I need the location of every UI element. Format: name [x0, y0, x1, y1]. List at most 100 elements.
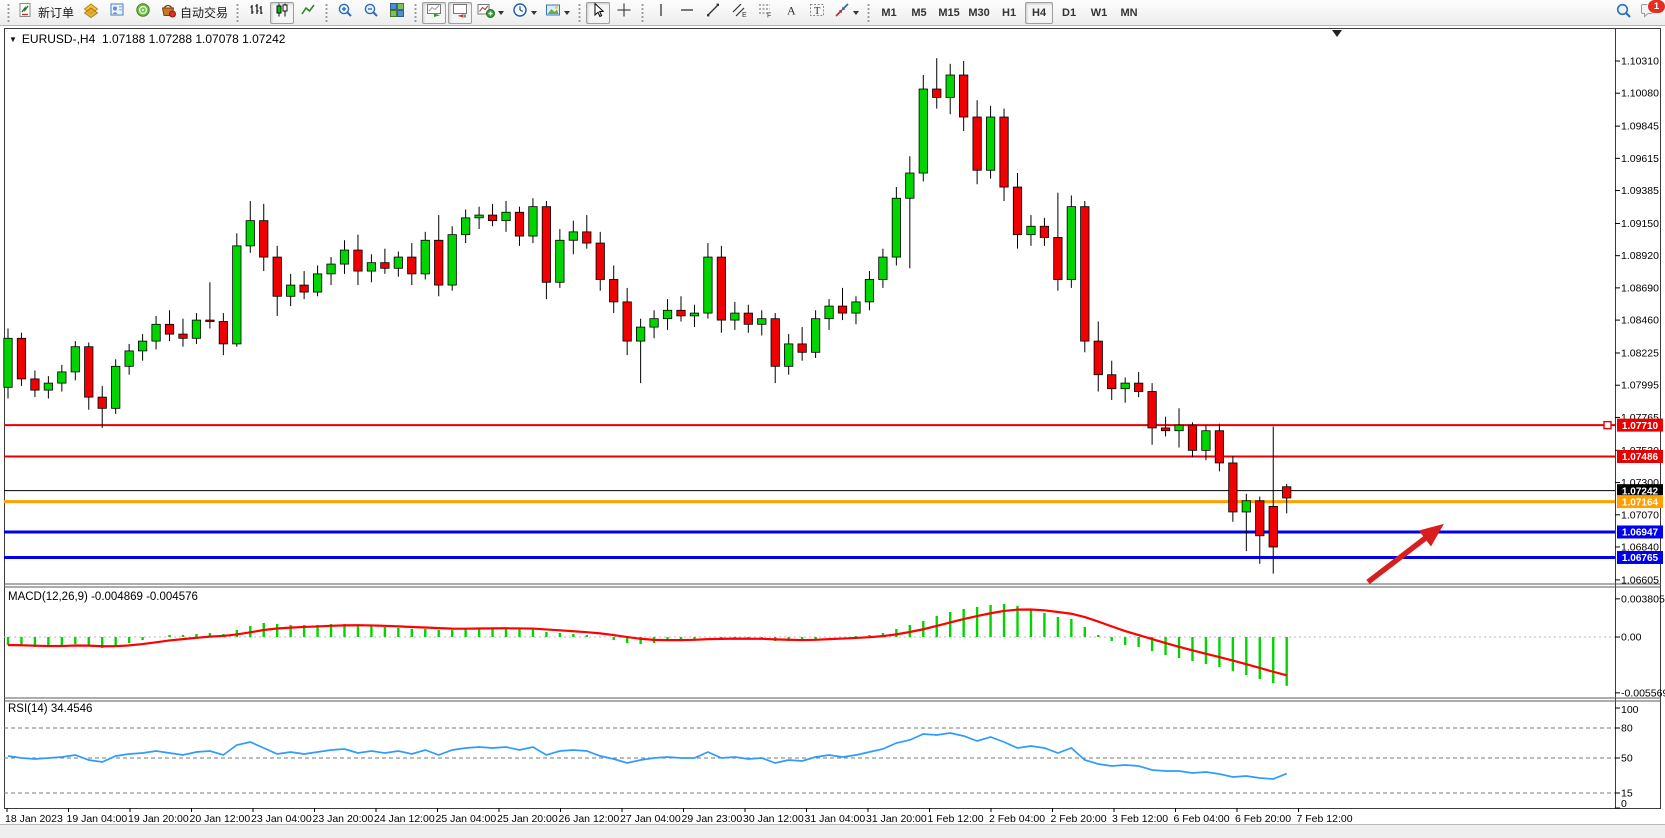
rsi-name: RSI(14) [8, 703, 48, 715]
vertical-line-icon [653, 2, 669, 23]
data-window-icon [109, 2, 125, 23]
main-toolbar: 新订单 自动交易 [0, 0, 1665, 26]
price-tick-label: 1.08460 [1621, 315, 1659, 327]
cursor-icon [590, 2, 606, 23]
timeframe-H4[interactable]: H4 [1025, 2, 1053, 24]
text-tool-button[interactable]: A [779, 2, 803, 24]
vertical-line-button[interactable] [649, 2, 673, 24]
toolbar-grip[interactable] [865, 4, 872, 22]
horizontal-line-icon [679, 2, 695, 23]
fibonacci-icon: F [757, 2, 773, 23]
notifications-button[interactable]: 1 [1637, 2, 1661, 24]
price-tag-label: 1.06765 [1622, 553, 1659, 564]
price-tick-label: 1.07995 [1621, 380, 1659, 392]
price-tick-label: 1.06605 [1621, 574, 1659, 586]
crosshair-icon [616, 2, 632, 23]
price-tag-label: 1.07486 [1622, 452, 1659, 463]
fibonacci-button[interactable]: F [753, 2, 777, 24]
svg-text:A: A [787, 4, 796, 18]
zoom-out-button[interactable] [359, 2, 383, 24]
price-tick-label: 1.07070 [1621, 509, 1659, 521]
timeframe-H1[interactable]: H1 [995, 2, 1023, 24]
macd-values: -0.004869 -0.004576 [91, 591, 198, 603]
macd-tick-label: -0.005569 [1621, 687, 1665, 699]
rsi-tick-label: 50 [1621, 753, 1633, 765]
equidistant-channel-icon: E [731, 2, 747, 23]
chart-shift-button[interactable] [448, 2, 472, 24]
svg-text:F: F [767, 13, 771, 19]
templates-button[interactable] [542, 2, 573, 24]
toolbar-grip[interactable] [5, 4, 12, 22]
timeframe-M15[interactable]: M15 [935, 2, 963, 24]
equidistant-channel-button[interactable]: E [727, 2, 751, 24]
svg-text:T: T [814, 6, 821, 17]
price-tag-label: 1.07710 [1622, 421, 1659, 432]
toolbar-grip[interactable] [323, 4, 330, 22]
toolbar-grip[interactable] [412, 4, 419, 22]
auto-trading-label: 自动交易 [180, 4, 228, 21]
timeframe-M1[interactable]: M1 [875, 2, 903, 24]
text-tool-icon: A [783, 2, 799, 23]
price-tick-label: 1.09385 [1621, 185, 1659, 197]
new-order-icon [18, 2, 34, 23]
candlestick-chart-icon [274, 2, 290, 23]
periods-button[interactable] [509, 2, 540, 24]
periods-caret-icon [531, 11, 537, 15]
timeframe-group: M1M5M15M30H1H4D1W1MN [874, 2, 1144, 24]
chart-ohlc-text: 1.07188 1.07288 1.07078 1.07242 [102, 32, 286, 46]
symbol-collapse-icon[interactable]: ▼ [9, 35, 17, 44]
price-tag-label: 1.07164 [1622, 497, 1659, 508]
periods-clock-icon [512, 2, 528, 23]
zoom-in-icon [337, 2, 353, 23]
notification-badge[interactable]: 1 [1647, 0, 1665, 14]
horizontal-line-button[interactable] [675, 2, 699, 24]
tile-windows-button[interactable] [385, 2, 409, 24]
trendline-button[interactable] [701, 2, 725, 24]
line-chart-icon [300, 2, 316, 23]
line-chart-button[interactable] [296, 2, 320, 24]
auto-scroll-icon [426, 2, 442, 23]
templates-icon [545, 2, 561, 23]
navigator-icon [135, 2, 151, 23]
rsi-tick-label: 100 [1621, 704, 1639, 716]
macd-tick-label: 0.00 [1621, 632, 1642, 644]
rsi-tick-label: 0 [1621, 798, 1627, 810]
toolbar-grip[interactable] [576, 4, 583, 22]
chart-canvas[interactable]: 1.103101.100801.098451.096151.093851.091… [0, 0, 1665, 837]
zoom-in-button[interactable] [333, 2, 357, 24]
rsi-value: 34.4546 [51, 703, 93, 715]
arrows-tool-button[interactable] [831, 2, 862, 24]
candlestick-chart-button[interactable] [270, 2, 294, 24]
price-tick-label: 1.09150 [1621, 218, 1659, 230]
text-label-button[interactable]: T [805, 2, 829, 24]
toolbar-grip[interactable] [234, 4, 241, 22]
auto-trading-button[interactable]: 自动交易 [157, 2, 231, 24]
timeframe-D1[interactable]: D1 [1055, 2, 1083, 24]
bar-chart-icon [248, 2, 264, 23]
search-button[interactable] [1611, 2, 1635, 24]
new-chart-button[interactable] [474, 2, 507, 24]
timeframe-M30[interactable]: M30 [965, 2, 993, 24]
timeframe-W1[interactable]: W1 [1085, 2, 1113, 24]
macd-tick-label: 0.003805 [1621, 593, 1665, 605]
chart-title: ▼EURUSD-,H4 1.07188 1.07288 1.07078 1.07… [9, 32, 285, 46]
toolbar-grip[interactable] [639, 4, 646, 22]
auto-scroll-button[interactable] [422, 2, 446, 24]
arrows-tool-icon [834, 2, 850, 23]
price-tick-label: 1.08225 [1621, 348, 1659, 360]
macd-name: MACD(12,26,9) [8, 591, 88, 603]
timeframe-M5[interactable]: M5 [905, 2, 933, 24]
new-order-button[interactable]: 新订单 [15, 2, 77, 24]
price-tick-label: 1.09845 [1621, 121, 1659, 133]
crosshair-button[interactable] [612, 2, 636, 24]
templates-caret-icon [564, 11, 570, 15]
tile-windows-icon [389, 2, 405, 23]
market-watch-button[interactable] [79, 2, 103, 24]
timeframe-MN[interactable]: MN [1115, 2, 1143, 24]
data-window-button[interactable] [105, 2, 129, 24]
search-icon [1615, 2, 1632, 24]
cursor-button[interactable] [586, 2, 610, 24]
navigator-button[interactable] [131, 2, 155, 24]
zoom-out-icon [363, 2, 379, 23]
bar-chart-button[interactable] [244, 2, 268, 24]
